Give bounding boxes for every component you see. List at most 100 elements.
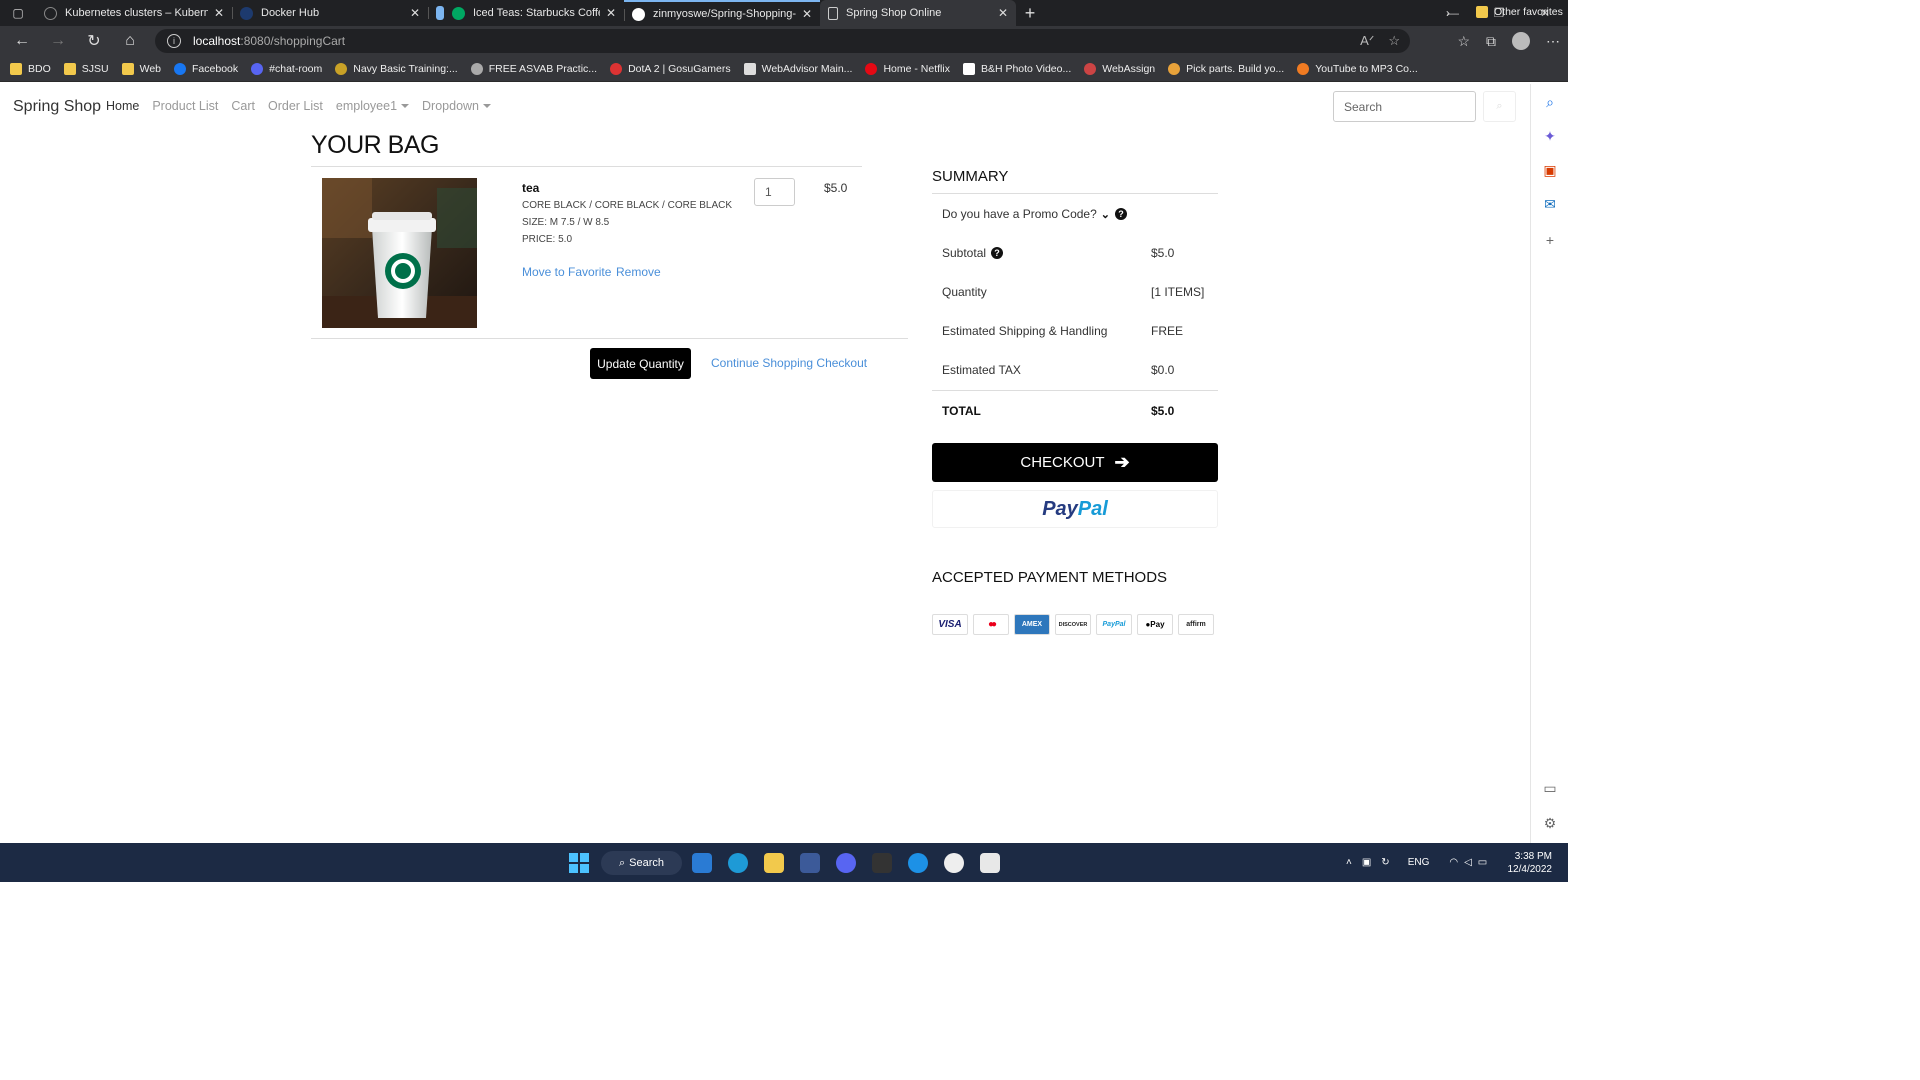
close-icon[interactable]: ✕ xyxy=(802,7,812,21)
bookmark-item[interactable]: DotA 2 | GosuGamers xyxy=(610,62,731,75)
tab-kubernetes[interactable]: Kubernetes clusters – Kubernetes ✕ xyxy=(36,0,232,26)
chevron-up-icon[interactable]: ˄ xyxy=(1346,857,1352,868)
nav-home[interactable]: Home xyxy=(106,99,139,113)
folder-icon xyxy=(121,62,134,75)
tab-github[interactable]: zinmyoswe/Spring-Shopping-Cart ✕ xyxy=(624,0,820,26)
refresh-icon[interactable]: ↻ xyxy=(76,26,112,56)
tab-docker-hub[interactable]: Docker Hub ✕ xyxy=(232,0,428,26)
mysql-workbench-icon[interactable] xyxy=(800,853,820,873)
discord-icon xyxy=(251,62,264,75)
snipping-tool-icon[interactable] xyxy=(980,853,1000,873)
tray-app-icon[interactable]: ▣ xyxy=(1362,857,1371,868)
collections-icon[interactable]: ⧉ xyxy=(1486,33,1496,50)
site-navbar: Spring Shop Home Product List Cart Order… xyxy=(0,84,1530,130)
close-icon[interactable]: ✕ xyxy=(214,6,224,20)
more-menu-icon[interactable]: ⋯ xyxy=(1546,33,1560,50)
battery-icon[interactable]: ▭ xyxy=(1478,857,1487,868)
dropdown-menu[interactable]: Dropdown xyxy=(422,99,491,113)
app-icon[interactable] xyxy=(944,853,964,873)
close-icon[interactable]: ✕ xyxy=(606,6,616,20)
bookmark-item[interactable]: FREE ASVAB Practic... xyxy=(470,62,597,75)
bookmark-item[interactable]: Facebook xyxy=(174,62,238,75)
clock[interactable]: 3:38 PM 12/4/2022 xyxy=(1504,850,1553,876)
vscode-icon[interactable] xyxy=(692,853,712,873)
divider xyxy=(311,166,862,167)
bookmark-item[interactable]: B&H Photo Video... xyxy=(962,62,1071,75)
bookmark-item[interactable]: Pick parts. Build yo... xyxy=(1168,62,1284,75)
promo-code-toggle[interactable]: Do you have a Promo Code? ⌄ ? xyxy=(942,207,1127,221)
bookmark-item[interactable]: Navy Basic Training:... xyxy=(335,62,458,75)
other-favorites[interactable]: Other favorites xyxy=(1476,6,1563,18)
continue-shopping-link[interactable]: Continue Shopping Checkout xyxy=(711,356,867,370)
edge-icon[interactable] xyxy=(728,853,748,873)
profile-avatar-icon[interactable] xyxy=(1512,32,1530,50)
bookmark-item[interactable]: BDO xyxy=(10,62,51,75)
user-menu-dropdown[interactable]: employee1 xyxy=(336,99,409,113)
terminal-icon[interactable] xyxy=(872,853,892,873)
clock-date: 12/4/2022 xyxy=(1507,864,1553,875)
card-label: VISA xyxy=(938,619,962,630)
tab-starbucks[interactable]: Iced Teas: Starbucks Coffee Company ✕ xyxy=(428,0,624,26)
sync-icon[interactable]: ↻ xyxy=(1381,857,1389,868)
windows-start-icon[interactable] xyxy=(569,853,589,873)
bookmark-label: Web xyxy=(139,62,162,75)
outlook-icon[interactable]: ✉ xyxy=(1542,196,1558,212)
wifi-icon[interactable]: ◠ xyxy=(1449,857,1458,868)
tab-spring-shop[interactable]: Spring Shop Online ✕ xyxy=(820,0,1016,26)
card-label: Pay xyxy=(1150,620,1165,629)
discover-icon[interactable]: ✦ xyxy=(1542,128,1558,144)
tab-actions-icon[interactable]: ▢ xyxy=(0,0,36,26)
search-button[interactable]: ⌕ xyxy=(1483,91,1516,122)
read-aloud-icon[interactable]: Aᐟ xyxy=(1360,33,1374,49)
add-favorite-icon[interactable]: ☆ xyxy=(1388,33,1400,49)
bookmark-item[interactable]: Home - Netflix xyxy=(865,62,950,75)
new-tab-icon[interactable]: + xyxy=(1016,0,1044,26)
search-icon[interactable]: ⌕ xyxy=(1542,94,1558,110)
language-indicator[interactable]: ENG xyxy=(1408,857,1430,868)
favorites-icon[interactable]: ☆ xyxy=(1457,33,1470,50)
bookmark-item[interactable]: YouTube to MP3 Co... xyxy=(1297,62,1418,75)
tab-title: Iced Teas: Starbucks Coffee Company xyxy=(473,7,600,19)
product-image[interactable] xyxy=(322,178,477,328)
paypal-button[interactable]: Pay Pal xyxy=(932,490,1218,528)
chevron-right-icon[interactable]: › xyxy=(1446,6,1450,20)
bookmark-item[interactable]: WebAssign xyxy=(1084,62,1155,75)
add-icon[interactable]: + xyxy=(1542,232,1558,248)
close-icon[interactable]: ✕ xyxy=(998,6,1008,20)
home-icon[interactable]: ⌂ xyxy=(112,26,148,56)
nav-cart[interactable]: Cart xyxy=(231,99,255,113)
search-input[interactable] xyxy=(1333,91,1476,122)
clock-time: 3:38 PM xyxy=(1514,851,1552,862)
bookmark-item[interactable]: SJSU xyxy=(63,62,109,75)
nav-product-list[interactable]: Product List xyxy=(152,99,218,113)
help-icon[interactable]: ? xyxy=(991,247,1004,259)
info-icon[interactable]: i xyxy=(167,34,181,48)
bookmark-item[interactable]: #chat-room xyxy=(251,62,322,75)
close-icon[interactable]: ✕ xyxy=(410,6,420,20)
checkout-button[interactable]: CHECKOUT ➔ xyxy=(932,443,1218,482)
bookmark-item[interactable]: WebAdvisor Main... xyxy=(743,62,852,75)
remove-link[interactable]: Remove xyxy=(616,265,661,279)
office-icon[interactable]: ▣ xyxy=(1542,162,1558,178)
other-favorites-label: Other favorites xyxy=(1494,6,1563,18)
minimize-icon[interactable]: — xyxy=(1430,0,1476,26)
volume-icon[interactable]: ◁ xyxy=(1464,857,1472,868)
help-icon[interactable]: ? xyxy=(1114,208,1127,220)
quantity-input[interactable] xyxy=(754,178,795,206)
discord-icon[interactable] xyxy=(836,853,856,873)
update-quantity-button[interactable]: Update Quantity xyxy=(590,348,691,379)
bookmark-item[interactable]: Web xyxy=(121,62,162,75)
brand-logo[interactable]: Spring Shop xyxy=(13,98,101,116)
taskbar-search[interactable]: ⌕ Search xyxy=(601,851,682,875)
back-arrow-icon[interactable]: ← xyxy=(4,26,40,56)
gear-icon[interactable]: ⚙ xyxy=(1542,815,1558,831)
docker-icon[interactable] xyxy=(908,853,928,873)
page-title: YOUR BAG xyxy=(311,131,439,159)
file-explorer-icon[interactable] xyxy=(764,853,784,873)
nav-order-list[interactable]: Order List xyxy=(268,99,323,113)
sidebar-toggle-icon[interactable]: ▭ xyxy=(1542,780,1558,796)
move-to-favorite-link[interactable]: Move to Favorite xyxy=(522,265,611,279)
chevron-down-icon: ⌄ xyxy=(1100,208,1110,221)
url-field[interactable]: i localhost:8080/shoppingCart Aᐟ ☆ xyxy=(155,29,1410,53)
forward-arrow-icon[interactable]: → xyxy=(40,26,76,56)
